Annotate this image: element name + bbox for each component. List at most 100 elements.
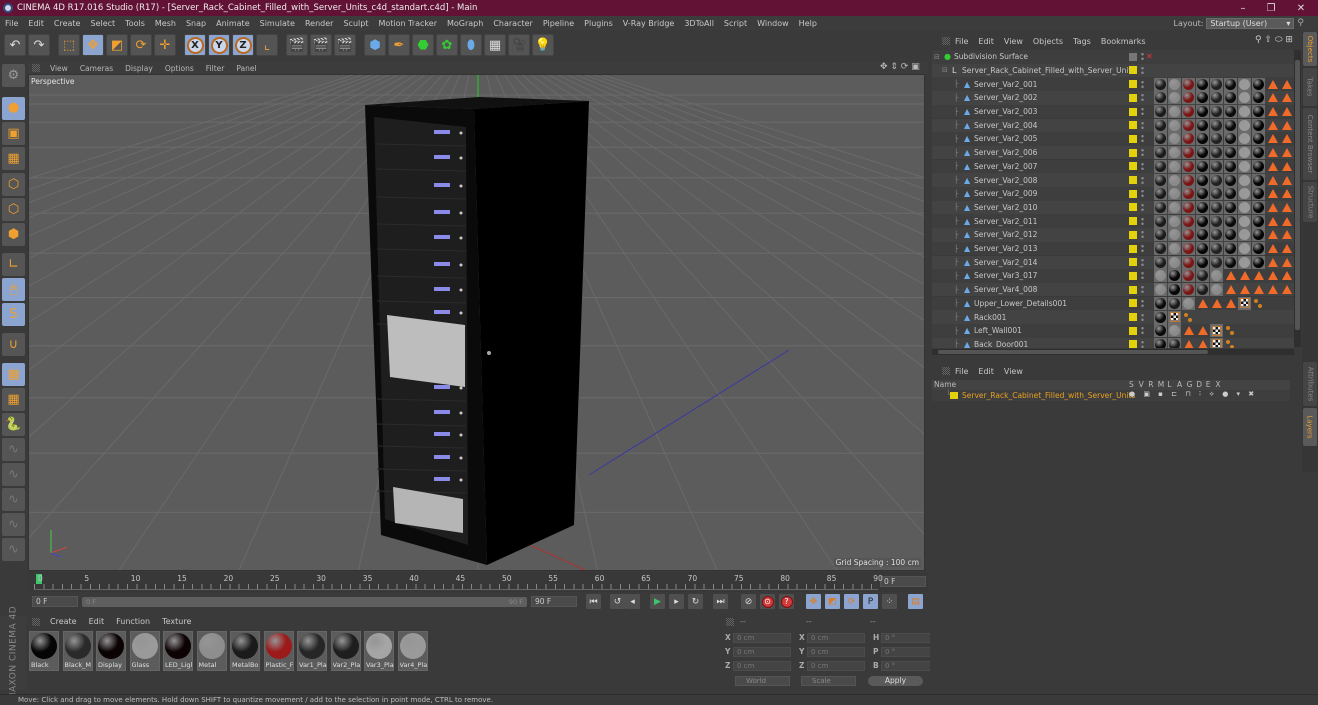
material-tag-icon[interactable] — [1168, 324, 1181, 338]
menu-snap[interactable]: Snap — [181, 19, 211, 28]
phong-tag-icon[interactable] — [1280, 78, 1293, 91]
uvw-tag-icon[interactable] — [1210, 324, 1223, 338]
material-swatch[interactable]: MetalBo — [230, 631, 260, 671]
restore-button[interactable]: ❐ — [1256, 0, 1286, 16]
material-tag-icon[interactable] — [1210, 200, 1223, 214]
phong-tag-icon[interactable] — [1252, 283, 1265, 296]
material-tag-icon[interactable] — [1210, 146, 1223, 160]
material-tag-icon[interactable] — [1168, 283, 1181, 297]
object-row[interactable]: ⊟ ● Subdivision Surface ✕ — [932, 50, 1294, 64]
go-to-end-button[interactable]: ⏭ — [713, 594, 728, 609]
material-tag-icon[interactable] — [1238, 173, 1251, 187]
disabled-x-icon[interactable]: ✕ — [1146, 52, 1153, 61]
material-tag-icon[interactable] — [1252, 255, 1265, 269]
phong-tag-icon[interactable] — [1196, 324, 1209, 337]
redo-button[interactable]: ↷ — [28, 34, 50, 56]
menu-window[interactable]: Window — [752, 19, 794, 28]
material-tag-icon[interactable] — [1154, 296, 1167, 310]
object-menu-file[interactable]: File — [950, 37, 973, 46]
material-tag-icon[interactable] — [1168, 200, 1181, 214]
layer-color-swatch[interactable] — [1129, 121, 1137, 130]
side-tab-takes[interactable]: Takes — [1303, 68, 1317, 106]
menu-edit[interactable]: Edit — [23, 19, 49, 28]
material-tag-icon[interactable] — [1182, 214, 1195, 228]
record-keys-disabled-button[interactable]: ⊘ — [741, 594, 756, 609]
panel-grip-icon[interactable] — [726, 618, 734, 626]
layer-color-swatch[interactable] — [1129, 107, 1137, 116]
material-tag-icon[interactable] — [1168, 228, 1181, 242]
object-name[interactable]: Back_Door001 — [974, 340, 1028, 348]
script-2-button[interactable]: ∿ — [2, 463, 25, 486]
material-swatch[interactable]: Var4_Pla — [397, 631, 428, 671]
material-swatch[interactable]: Black_M — [62, 631, 93, 671]
material-swatch[interactable]: Var3_Pla — [364, 631, 394, 671]
material-swatch[interactable]: Metal — [196, 631, 227, 671]
phong-tag-icon[interactable] — [1266, 187, 1279, 200]
object-name[interactable]: Server_Var2_009 — [974, 189, 1037, 198]
material-tag-icon[interactable] — [1182, 269, 1195, 283]
visibility-dots[interactable] — [1141, 271, 1144, 281]
material-tag-icon[interactable] — [1154, 77, 1167, 91]
material-tag-icon[interactable] — [1210, 242, 1223, 256]
phong-tag-icon[interactable] — [1238, 283, 1251, 296]
layer-column-a[interactable]: A — [1177, 380, 1182, 389]
material-tag-icon[interactable] — [1168, 255, 1181, 269]
material-tag-icon[interactable] — [1224, 187, 1237, 201]
menu-v-ray-bridge[interactable]: V-Ray Bridge — [618, 19, 680, 28]
object-name[interactable]: Server_Var2_012 — [974, 230, 1037, 239]
layer-column-name[interactable]: Name — [934, 380, 956, 389]
material-tag-icon[interactable] — [1224, 77, 1237, 91]
layer-color-swatch[interactable] — [1129, 93, 1137, 102]
menu-simulate[interactable]: Simulate — [255, 19, 300, 28]
visibility-dots[interactable] — [1141, 134, 1144, 144]
object-row[interactable]: ├ ▲ Back_Door001 — [932, 337, 1294, 348]
timeline-layout-button[interactable]: ▤ — [908, 594, 923, 609]
object-name[interactable]: Server_Var2_011 — [974, 217, 1037, 226]
object-row[interactable]: ├ ▲ Server_Var2_011 — [932, 214, 1294, 228]
object-name[interactable]: Upper_Lower_Details001 — [974, 299, 1067, 308]
menu-character[interactable]: Character — [488, 19, 538, 28]
layer-color-swatch[interactable] — [1129, 66, 1137, 75]
layer-menu-edit[interactable]: Edit — [973, 367, 999, 376]
script-5-button[interactable]: ∿ — [2, 538, 25, 561]
phong-tag-icon[interactable] — [1266, 91, 1279, 104]
y-axis-lock-button[interactable]: Y — [208, 34, 230, 56]
cloner-button[interactable]: ✿ — [436, 34, 458, 56]
viewport-menu-panel[interactable]: Panel — [230, 64, 262, 73]
object-name[interactable]: Server_Var2_001 — [974, 80, 1037, 89]
material-swatch[interactable]: Var1_Pla — [297, 631, 327, 671]
phong-tag-icon[interactable] — [1280, 91, 1293, 104]
viewport-menu-cameras[interactable]: Cameras — [74, 64, 119, 73]
material-tag-icon[interactable] — [1196, 91, 1209, 105]
object-name[interactable]: Left_Wall001 — [974, 326, 1022, 335]
material-tag-icon[interactable] — [1196, 132, 1209, 146]
material-tag-icon[interactable] — [1154, 269, 1167, 283]
material-tag-icon[interactable] — [1168, 132, 1181, 146]
material-tag-icon[interactable] — [1196, 269, 1209, 283]
phong-tag-icon[interactable] — [1280, 269, 1293, 282]
menu-3dtoall[interactable]: 3DToAll — [679, 19, 719, 28]
material-tag-icon[interactable] — [1196, 159, 1209, 173]
visibility-dots[interactable] — [1141, 148, 1144, 158]
visibility-dots[interactable] — [1141, 175, 1144, 185]
material-tag-icon[interactable] — [1238, 214, 1251, 228]
material-tag-icon[interactable] — [1196, 118, 1209, 132]
phong-tag-icon[interactable] — [1224, 269, 1237, 282]
layer-color-swatch[interactable] — [1129, 162, 1137, 171]
object-menu-bookmarks[interactable]: Bookmarks — [1096, 37, 1151, 46]
object-menu-tags[interactable]: Tags — [1068, 37, 1096, 46]
material-tag-icon[interactable] — [1224, 105, 1237, 119]
uvw-tag-icon[interactable] — [1238, 296, 1251, 310]
layer-color-swatch[interactable] — [1129, 313, 1137, 322]
material-menu-edit[interactable]: Edit — [83, 617, 111, 626]
material-tag-icon[interactable] — [1252, 187, 1265, 201]
side-tab-content-browser[interactable]: Content Browser — [1303, 108, 1317, 180]
snap-button[interactable]: ∪ — [2, 333, 25, 356]
make-editable-button[interactable]: ⚙ — [2, 64, 25, 87]
object-row[interactable]: ├ ▲ Rack001 — [932, 310, 1294, 324]
phong-tag-icon[interactable] — [1182, 338, 1195, 348]
phong-tag-icon[interactable] — [1266, 228, 1279, 241]
object-menu-edit[interactable]: Edit — [973, 37, 999, 46]
side-tab-structure[interactable]: Structure — [1303, 182, 1317, 222]
script-1-button[interactable]: ∿ — [2, 438, 25, 461]
